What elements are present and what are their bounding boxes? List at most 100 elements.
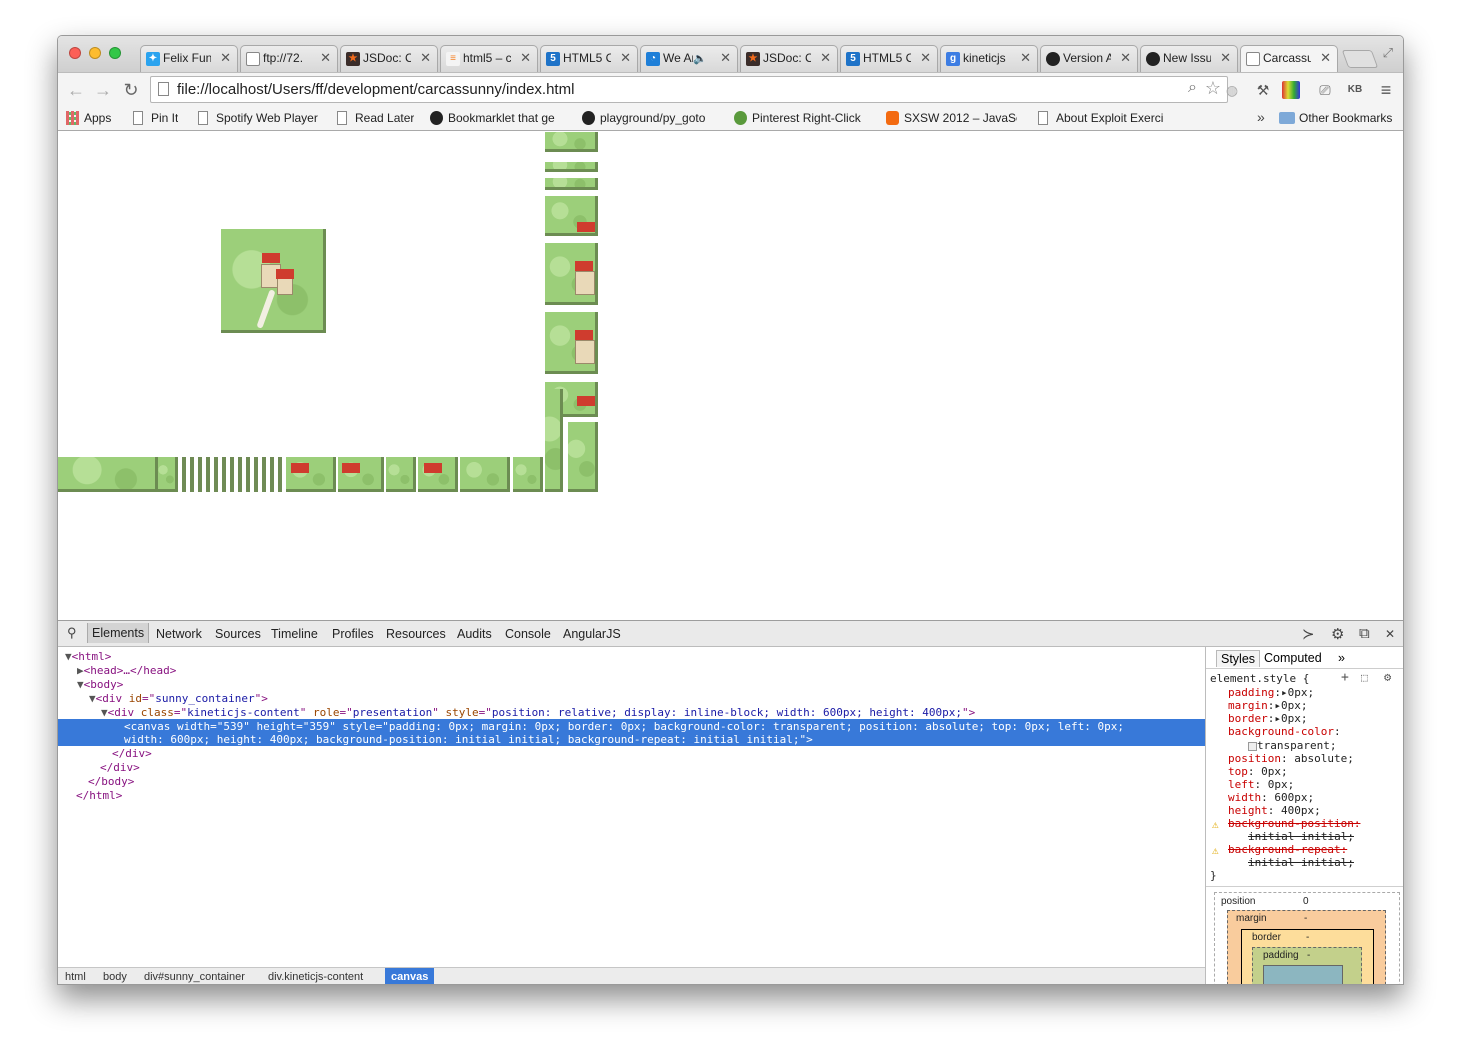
adblock-icon[interactable]: ◍	[1221, 79, 1243, 101]
style-property[interactable]: height: 400px;	[1228, 804, 1321, 817]
close-icon[interactable]: ✕	[1320, 50, 1331, 66]
browser-tab[interactable]: Version A ✕	[1040, 45, 1138, 72]
back-arrow-icon[interactable]: ←	[64, 78, 88, 102]
breadcrumb-item[interactable]: body	[103, 971, 127, 983]
browser-tab[interactable]: 5 HTML5 C ✕	[540, 45, 638, 72]
style-property[interactable]: top: 0px;	[1228, 765, 1288, 778]
menu-icon[interactable]: ≡	[1375, 79, 1397, 101]
bookmarks-overflow-button[interactable]: »	[1257, 109, 1265, 125]
close-icon[interactable]: ✕	[920, 50, 931, 66]
browser-tab[interactable]: 5 HTML5 C ✕	[840, 45, 938, 72]
tab-audits[interactable]: Audits	[457, 627, 492, 641]
bookmark-item[interactable]: About Exploit Exerci	[1038, 111, 1168, 125]
cast-icon[interactable]: ⎚	[1314, 79, 1336, 101]
add-rule-icon[interactable]: +	[1341, 671, 1349, 684]
kb-icon[interactable]: KB	[1344, 79, 1366, 101]
tab-angularjs[interactable]: AngularJS	[563, 627, 621, 641]
wrench-icon[interactable]: ⚒	[1252, 79, 1274, 101]
color-picker-icon[interactable]	[1282, 81, 1300, 99]
window-minimize-button[interactable]	[89, 47, 101, 59]
dom-node[interactable]: ▼<html>	[65, 650, 111, 664]
tab-timeline[interactable]: Timeline	[271, 627, 318, 641]
other-bookmarks[interactable]: Other Bookmarks	[1279, 111, 1392, 125]
tab-network[interactable]: Network	[156, 627, 202, 641]
browser-tab[interactable]: ftp://72. ✕	[240, 45, 338, 72]
url-text[interactable]: file://localhost/Users/ff/development/ca…	[177, 81, 574, 98]
close-icon[interactable]: ✕	[1020, 50, 1031, 66]
browser-tab[interactable]: ✦ Felix Fun ✕	[140, 45, 238, 72]
close-icon[interactable]: ✕	[320, 50, 331, 66]
close-icon[interactable]: ✕	[720, 50, 731, 66]
close-icon[interactable]: ✕	[220, 50, 231, 66]
breadcrumb-item-active[interactable]: canvas	[385, 968, 435, 984]
box-model-padding[interactable]: padding -	[1252, 947, 1362, 984]
dom-node[interactable]: </body>	[88, 775, 134, 789]
sidebar-overflow-button[interactable]: »	[1334, 650, 1349, 666]
style-property[interactable]: position: absolute;	[1228, 752, 1354, 765]
gear-icon[interactable]: ⚙	[1331, 625, 1344, 643]
tab-sources[interactable]: Sources	[215, 627, 261, 641]
dom-node[interactable]: ▼<body>	[77, 678, 123, 692]
bookmark-item[interactable]: playground/py_goto	[582, 111, 712, 125]
browser-tab[interactable]: ◔ We Ar🔈 ✕	[640, 45, 738, 72]
game-canvas[interactable]	[58, 132, 598, 492]
dock-icon[interactable]: ⧉	[1359, 625, 1370, 642]
gear-icon[interactable]: ⚙	[1384, 670, 1391, 684]
close-icon[interactable]: ✕	[820, 50, 831, 66]
box-model-content[interactable]	[1263, 965, 1343, 984]
bookmark-item[interactable]: Spotify Web Player	[198, 111, 318, 125]
dom-node-selected[interactable]: <canvas width="539" height="359" style="…	[58, 719, 1205, 746]
close-icon[interactable]: ✕	[1220, 50, 1231, 66]
close-icon[interactable]: ✕	[1120, 50, 1131, 66]
search-icon[interactable]: ⌕	[1188, 79, 1197, 97]
bookmark-item[interactable]: SXSW 2012 – JavaScr	[886, 111, 1017, 125]
breadcrumb-item[interactable]: html	[65, 971, 86, 983]
dom-node[interactable]: </div>	[112, 747, 152, 761]
tab-profiles[interactable]: Profiles	[332, 627, 374, 641]
bookmark-star-icon[interactable]: ☆	[1205, 78, 1221, 99]
box-model-border[interactable]: border - padding -	[1241, 929, 1374, 984]
tab-styles[interactable]: Styles	[1216, 650, 1261, 667]
style-property[interactable]: width: 600px;	[1228, 791, 1314, 804]
tab-resources[interactable]: Resources	[386, 627, 446, 641]
dom-node[interactable]: </div>	[100, 761, 140, 775]
style-property[interactable]: background-color:	[1228, 725, 1341, 738]
reload-icon[interactable]: ↻	[119, 78, 143, 102]
browser-tab[interactable]: g kineticjs ✕	[940, 45, 1038, 72]
bookmark-apps[interactable]: Apps	[66, 111, 111, 125]
fullscreen-icon[interactable]: ⤢	[1383, 45, 1393, 61]
carcassonne-tile[interactable]	[221, 229, 326, 333]
browser-tab-active[interactable]: Carcassu ✕	[1240, 45, 1338, 72]
breadcrumb-item[interactable]: div.kineticjs-content	[268, 971, 363, 983]
invalid-property[interactable]: background-position:	[1228, 817, 1360, 830]
forward-arrow-icon[interactable]: →	[91, 78, 115, 102]
style-property[interactable]: border:▸0px;	[1228, 712, 1308, 725]
search-icon[interactable]: ⚲	[67, 625, 77, 641]
bookmark-item[interactable]: Pinterest Right-Click	[734, 111, 866, 125]
close-icon[interactable]: ✕	[520, 50, 531, 66]
color-swatch[interactable]	[1248, 741, 1257, 751]
breadcrumb-item[interactable]: div#sunny_container	[144, 971, 245, 983]
close-icon[interactable]: ✕	[420, 50, 431, 66]
style-property[interactable]: left: 0px;	[1228, 778, 1294, 791]
tab-console[interactable]: Console	[505, 627, 551, 641]
close-icon[interactable]: ✕	[620, 50, 631, 66]
tab-elements[interactable]: Elements	[87, 623, 150, 643]
dom-node[interactable]: ▼<div class="kineticjs-content" role="pr…	[101, 706, 975, 720]
dom-node[interactable]: </html>	[76, 789, 122, 803]
address-bar[interactable]: file://localhost/Users/ff/development/ca…	[150, 76, 1228, 103]
browser-tab[interactable]: ≡ html5 – c ✕	[440, 45, 538, 72]
close-icon[interactable]: ✕	[1385, 627, 1395, 641]
dom-node[interactable]: ▶<head>…</head>	[77, 664, 176, 678]
style-property-value[interactable]: transparent;	[1248, 739, 1336, 752]
window-close-button[interactable]	[69, 47, 81, 59]
browser-tab[interactable]: ★JSDoc: Cl✕	[340, 45, 438, 72]
tab-computed[interactable]: Computed	[1260, 650, 1326, 666]
style-property[interactable]: margin:▸0px;	[1228, 699, 1308, 712]
browser-tab[interactable]: ★JSDoc: Cl✕	[740, 45, 838, 72]
element-state-icon[interactable]: ⬚	[1361, 671, 1368, 684]
window-maximize-button[interactable]	[109, 47, 121, 59]
dom-node[interactable]: ▼<div id="sunny_container">	[89, 692, 268, 706]
console-drawer-icon[interactable]: ≻	[1302, 625, 1315, 643]
bookmark-item[interactable]: Pin It	[133, 111, 178, 125]
